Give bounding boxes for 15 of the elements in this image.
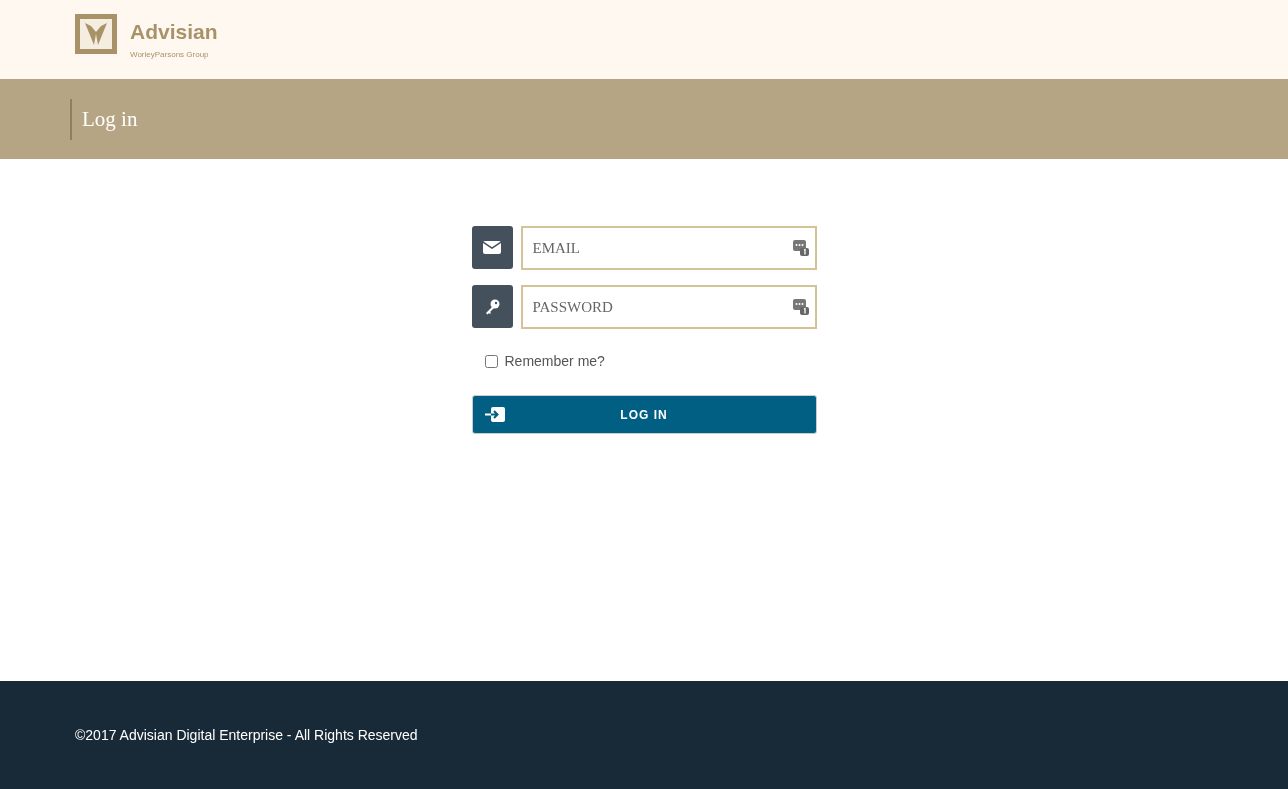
logo-tagline: WorleyParsons Group	[130, 50, 210, 59]
login-button[interactable]: LOG IN	[471, 395, 817, 434]
remember-label: Remember me?	[504, 353, 605, 369]
logo-icon	[75, 14, 117, 54]
sign-in-icon	[484, 407, 505, 422]
key-icon	[471, 285, 513, 328]
copyright-text: ©2017 Advisian Digital Enterprise - All Rights Reserved	[75, 727, 418, 743]
password-field[interactable]: PASSWORD	[520, 285, 817, 329]
email-field[interactable]: EMAIL	[520, 226, 817, 270]
page-title: Log in	[70, 98, 138, 140]
logo-name: Advisian	[130, 20, 218, 44]
remember-checkbox[interactable]	[484, 354, 498, 368]
password-manager-icon[interactable]	[792, 299, 809, 315]
password-manager-icon[interactable]	[792, 240, 809, 256]
envelope-icon	[471, 226, 513, 269]
